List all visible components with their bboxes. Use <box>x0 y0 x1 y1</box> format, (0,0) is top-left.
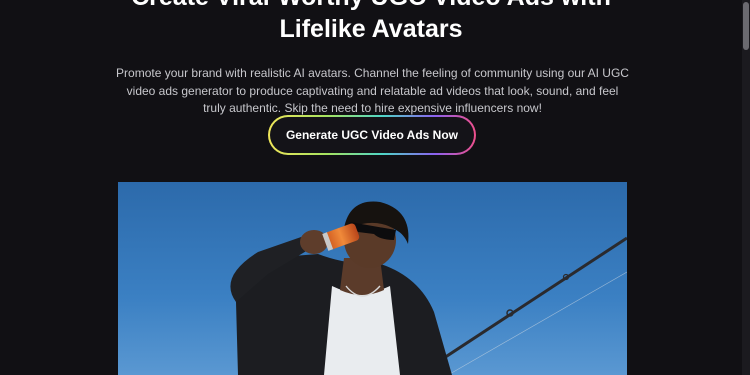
white-shirt <box>324 286 400 375</box>
generate-ugc-video-ads-button[interactable]: Generate UGC Video Ads Now <box>270 117 474 153</box>
landing-page: Create Viral-Worthy UGC Video Ads with L… <box>0 0 742 375</box>
hero-illustration <box>118 182 627 375</box>
hero-image <box>118 182 627 375</box>
page-title-line-2: Lifelike Avatars <box>279 15 463 43</box>
scrollbar-thumb[interactable] <box>743 2 749 50</box>
page-title-line-1: Create Viral-Worthy UGC Video Ads with <box>0 0 742 14</box>
hero-description: Promote your brand with realistic AI ava… <box>116 66 629 115</box>
cta-gradient-border[interactable]: Generate UGC Video Ads Now <box>268 115 476 155</box>
vertical-scrollbar[interactable] <box>742 0 750 375</box>
